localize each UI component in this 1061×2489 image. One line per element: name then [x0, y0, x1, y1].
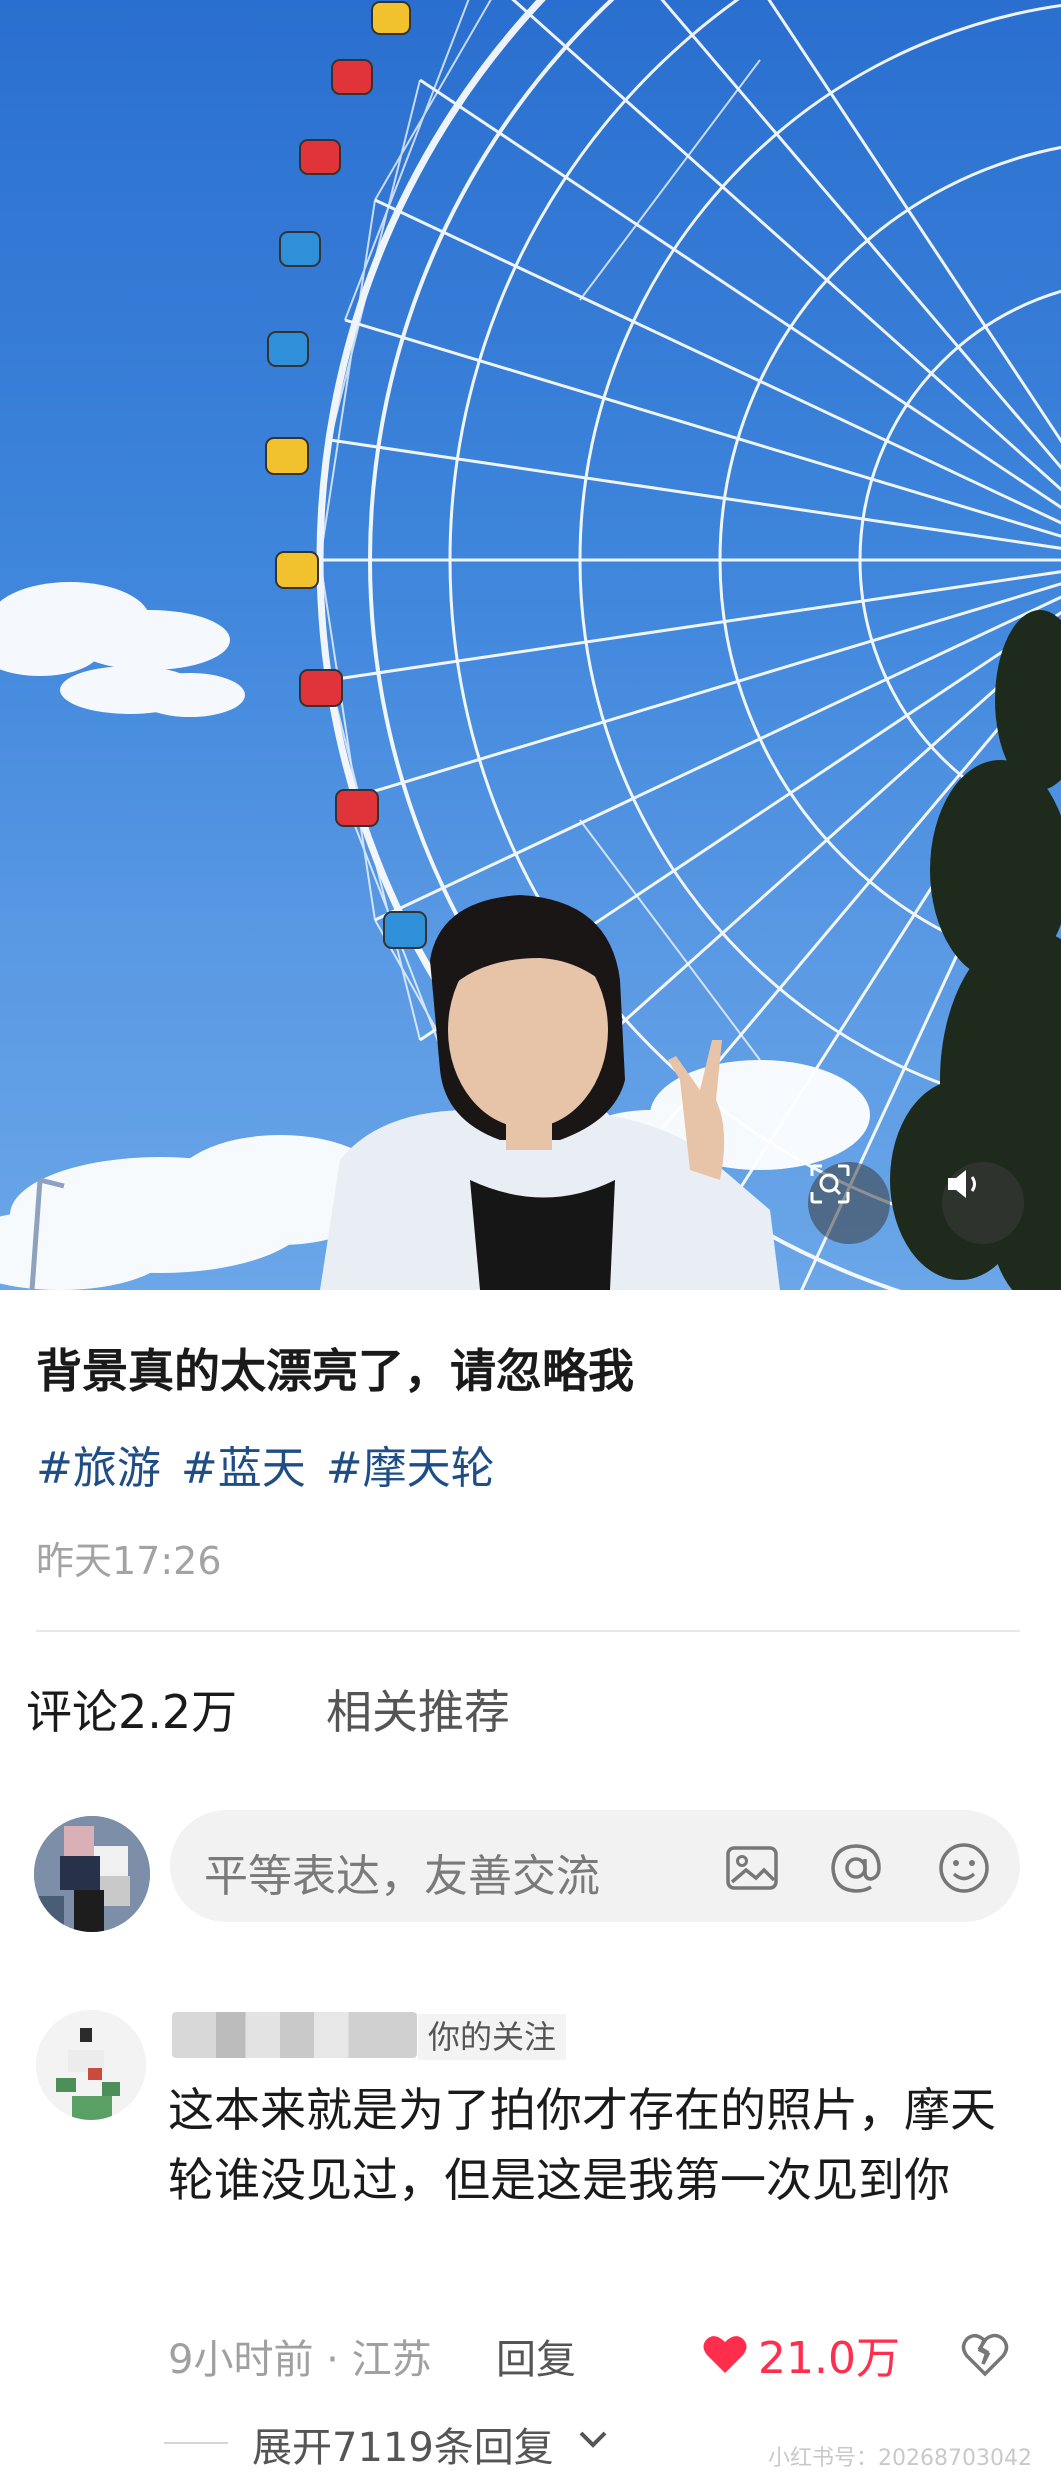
tag-list: #旅游 #蓝天 #摩天轮 [36, 1432, 495, 1496]
like-count: 21.0万 [758, 2333, 900, 2384]
scan-icon [810, 1164, 850, 1204]
divider [36, 1630, 1020, 1632]
image-icon [726, 1846, 778, 1890]
broken-heart-icon [961, 2333, 1009, 2377]
sound-button[interactable] [942, 1162, 1024, 1244]
reply-button[interactable]: 回复 [496, 2327, 576, 2385]
post-photo[interactable] [0, 0, 1061, 1290]
avatar-image [34, 1816, 150, 1932]
tag-travel[interactable]: #旅游 [36, 1432, 161, 1496]
expand-replies-button[interactable]: 展开7119条回复 [252, 2415, 554, 2473]
expand-divider [164, 2442, 228, 2444]
dislike-button[interactable] [960, 2330, 1010, 2378]
commenter-avatar[interactable] [36, 2010, 146, 2120]
image-picker-button[interactable] [720, 1836, 784, 1900]
commenter-name-redacted[interactable] [172, 2012, 417, 2058]
watermark: 小红书号：2026870304​2 [768, 2446, 1032, 2471]
cloud-left [0, 582, 245, 717]
comment-meta: 9小时前 · 江苏 [168, 2337, 432, 2383]
person [320, 895, 780, 1290]
post-title: 背景真的太漂亮了，请忽略我 [36, 1344, 634, 1398]
at-icon [831, 1844, 881, 1893]
tag-blue-sky[interactable]: #蓝天 [181, 1432, 306, 1496]
ferris-wheel-scene [0, 0, 1061, 1290]
mention-button[interactable] [824, 1836, 888, 1900]
comment-input-placeholder[interactable]: 平等表达，友善交流 [204, 1840, 600, 1904]
tab-comments[interactable]: 评论2.2万 [26, 1676, 237, 1742]
emoji-icon [939, 1843, 989, 1893]
comment-text: 这本来就是为了拍你才存在的照片，摩天轮谁没见过，但是这是我第一次见到你 [168, 2083, 996, 2207]
emoji-button[interactable] [932, 1836, 996, 1900]
my-avatar[interactable] [34, 1816, 150, 1932]
image-search-button[interactable] [808, 1162, 890, 1244]
heart-icon [703, 2336, 747, 2373]
following-badge: 你的关注 [418, 2014, 567, 2060]
post-time: 昨天17:26 [36, 1539, 222, 1583]
avatar-image [36, 2010, 146, 2120]
tab-related[interactable]: 相关推荐 [326, 1676, 510, 1742]
gondolas [265, 1, 427, 949]
tag-ferris-wheel[interactable]: #摩天轮 [326, 1432, 495, 1496]
like-button[interactable]: 21.0万 [702, 2322, 900, 2386]
chevron-down-icon[interactable] [576, 2428, 610, 2452]
speaker-icon [948, 1170, 976, 1198]
